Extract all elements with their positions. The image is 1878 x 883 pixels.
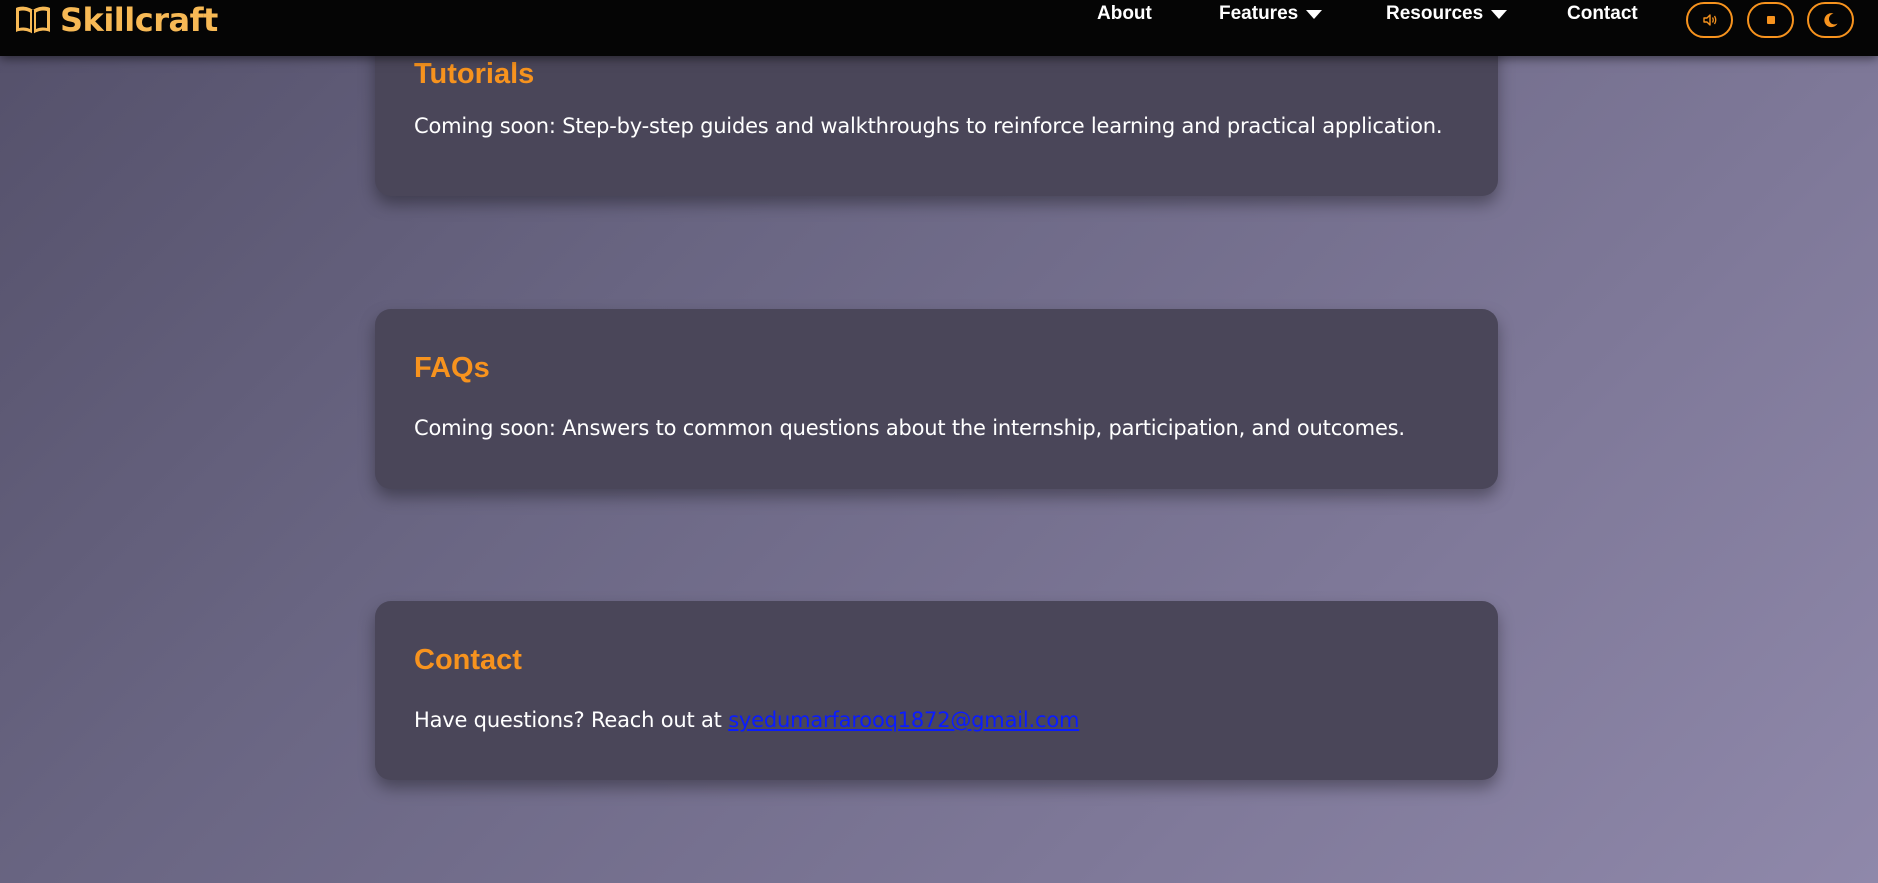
nav-contact-label: Contact <box>1567 3 1638 24</box>
nav-features-label: Features <box>1219 3 1299 24</box>
nav-features[interactable]: Features <box>1219 0 1323 28</box>
nav-contact[interactable]: Contact <box>1567 0 1638 28</box>
stop-button[interactable] <box>1747 2 1794 38</box>
contact-text: Have questions? Reach out at syedumarfar… <box>414 708 1079 732</box>
faqs-text: Coming soon: Answers to common questions… <box>414 416 1405 440</box>
faqs-card: FAQs Coming soon: Answers to common ques… <box>375 309 1498 489</box>
contact-text-prefix: Have questions? Reach out at <box>414 708 729 732</box>
tutorials-title: Tutorials <box>414 58 535 90</box>
brand-name: Skillcraft <box>60 1 218 39</box>
nav-resources-label: Resources <box>1386 3 1484 24</box>
speaker-icon <box>1702 13 1718 27</box>
contact-title: Contact <box>414 644 522 676</box>
moon-icon <box>1822 11 1840 29</box>
tutorials-text: Coming soon: Step-by-step guides and wal… <box>414 114 1443 138</box>
caret-down-icon <box>1306 9 1323 19</box>
read-aloud-button[interactable] <box>1686 2 1733 38</box>
theme-toggle-button[interactable] <box>1807 2 1854 38</box>
top-navbar: Skillcraft About Features Resources Cont… <box>0 0 1878 56</box>
nav-about[interactable]: About <box>1097 0 1152 28</box>
open-book-icon <box>14 5 52 35</box>
contact-email-link[interactable]: syedumarfarooq1872@gmail.com <box>728 708 1079 732</box>
faqs-title: FAQs <box>414 352 490 384</box>
contact-card: Contact Have questions? Reach out at sye… <box>375 601 1498 780</box>
brand-logo[interactable]: Skillcraft <box>14 0 218 40</box>
stop-icon <box>1766 15 1776 25</box>
nav-about-label: About <box>1097 3 1152 24</box>
caret-down-icon <box>1491 9 1508 19</box>
nav-resources[interactable]: Resources <box>1386 0 1508 28</box>
